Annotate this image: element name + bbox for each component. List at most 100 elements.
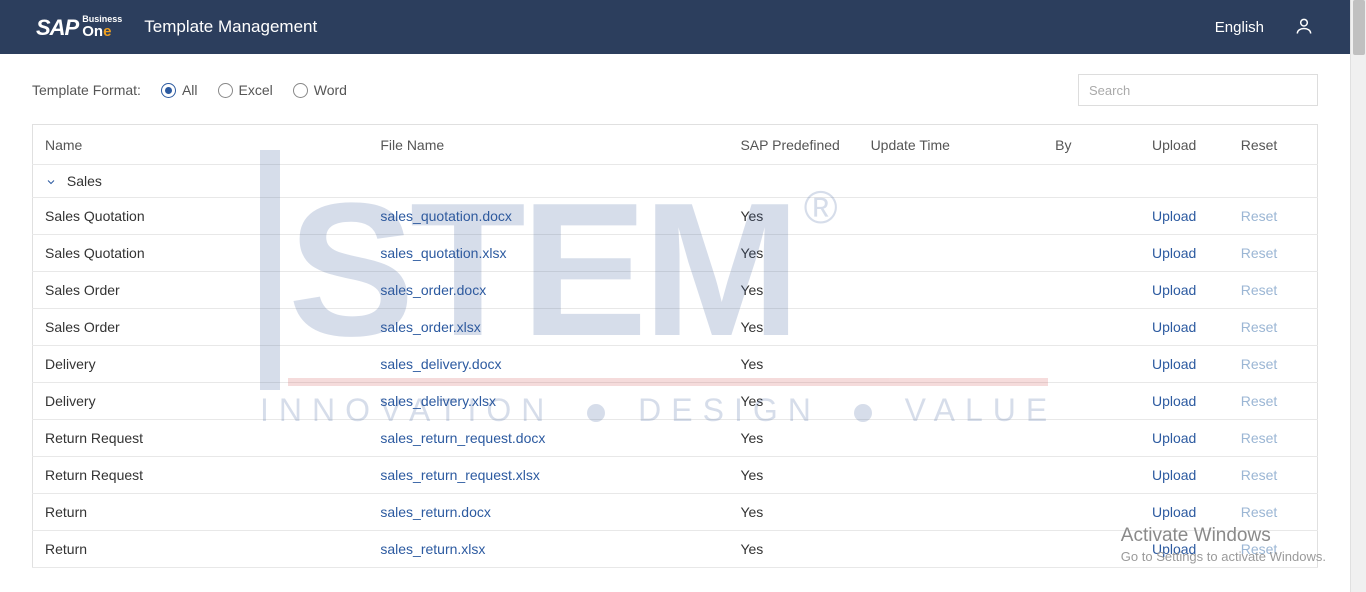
cell-upload: Upload [1140, 346, 1229, 383]
templates-table: Name File Name SAP Predefined Update Tim… [32, 124, 1318, 568]
cell-by [1043, 457, 1140, 494]
reset-link[interactable]: Reset [1241, 430, 1278, 446]
upload-link[interactable]: Upload [1152, 541, 1196, 557]
cell-update-time [859, 309, 1044, 346]
cell-upload: Upload [1140, 198, 1229, 235]
radio-icon [293, 83, 308, 98]
cell-by [1043, 346, 1140, 383]
col-header-reset[interactable]: Reset [1229, 125, 1318, 165]
reset-link[interactable]: Reset [1241, 356, 1278, 372]
cell-reset: Reset [1229, 272, 1318, 309]
cell-sap-predefined: Yes [728, 309, 858, 346]
upload-link[interactable]: Upload [1152, 319, 1196, 335]
reset-link[interactable]: Reset [1241, 245, 1278, 261]
file-link[interactable]: sales_delivery.docx [380, 356, 501, 372]
upload-link[interactable]: Upload [1152, 356, 1196, 372]
table-row: Return Requestsales_return_request.xlsxY… [33, 457, 1318, 494]
cell-by [1043, 494, 1140, 531]
file-link[interactable]: sales_quotation.xlsx [380, 245, 506, 261]
cell-name: Return [33, 494, 369, 531]
table-row: Sales Quotation sales_quotation.xlsx Yes Up… [33, 235, 1318, 272]
upload-link[interactable]: Upload [1152, 245, 1196, 261]
header-left: SAP Business One Template Management [36, 15, 317, 39]
cell-by [1043, 235, 1140, 272]
file-link[interactable]: sales_return.xlsx [380, 541, 485, 557]
cell-name: Sales Quotation [33, 235, 369, 272]
search-input[interactable] [1078, 74, 1318, 106]
radio-label: Excel [239, 82, 273, 98]
file-link[interactable]: sales_order.xlsx [380, 319, 480, 335]
app-header: SAP Business One Template Management Eng… [0, 0, 1350, 54]
cell-file-name: sales_order.xlsx [368, 309, 728, 346]
reset-link[interactable]: Reset [1241, 467, 1278, 483]
cell-name: Return Request [33, 457, 369, 494]
logo-sap-text: SAP [36, 17, 78, 39]
file-link[interactable]: sales_return_request.xlsx [380, 467, 540, 483]
col-header-name[interactable]: Name [33, 125, 369, 165]
scrollbar-thumb[interactable] [1353, 0, 1365, 55]
upload-link[interactable]: Upload [1152, 208, 1196, 224]
group-label: Sales [67, 173, 102, 189]
cell-sap-predefined: Yes [728, 420, 858, 457]
cell-reset: Reset [1229, 457, 1318, 494]
file-link[interactable]: sales_return_request.docx [380, 430, 545, 446]
reset-link[interactable]: Reset [1241, 319, 1278, 335]
cell-sap-predefined: Yes [728, 383, 858, 420]
cell-upload: Upload [1140, 235, 1229, 272]
cell-upload: Upload [1140, 420, 1229, 457]
radio-excel[interactable]: Excel [218, 82, 273, 98]
cell-file-name: sales_quotation.xlsx [368, 235, 728, 272]
cell-file-name: sales_order.docx [368, 272, 728, 309]
reset-link[interactable]: Reset [1241, 282, 1278, 298]
col-header-upload[interactable]: Upload [1140, 125, 1229, 165]
logo-one-text: One [82, 24, 122, 39]
cell-reset: Reset [1229, 383, 1318, 420]
cell-upload: Upload [1140, 309, 1229, 346]
language-selector[interactable]: English [1215, 19, 1264, 36]
reset-link[interactable]: Reset [1241, 541, 1278, 557]
radio-word[interactable]: Word [293, 82, 347, 98]
cell-sap-predefined: Yes [728, 235, 858, 272]
upload-link[interactable]: Upload [1152, 504, 1196, 520]
cell-by [1043, 531, 1140, 568]
radio-all[interactable]: All [161, 82, 198, 98]
cell-by [1043, 420, 1140, 457]
table-row: Deliverysales_delivery.docxYesUploadRese… [33, 346, 1318, 383]
user-icon[interactable] [1294, 16, 1314, 39]
cell-name: Sales Order [33, 272, 369, 309]
cell-name: Delivery [33, 346, 369, 383]
cell-sap-predefined: Yes [728, 494, 858, 531]
col-header-update-time[interactable]: Update Time [859, 125, 1044, 165]
template-format-filter: Template Format: All Excel Word [32, 82, 347, 98]
radio-icon [218, 83, 233, 98]
chevron-down-icon [45, 173, 57, 189]
cell-file-name: sales_return_request.docx [368, 420, 728, 457]
search-box [1078, 74, 1318, 106]
col-header-file-name[interactable]: File Name [368, 125, 728, 165]
file-link[interactable]: sales_return.docx [380, 504, 491, 520]
upload-link[interactable]: Upload [1152, 467, 1196, 483]
upload-link[interactable]: Upload [1152, 430, 1196, 446]
file-link[interactable]: sales_delivery.xlsx [380, 393, 496, 409]
reset-link[interactable]: Reset [1241, 208, 1278, 224]
reset-link[interactable]: Reset [1241, 393, 1278, 409]
upload-link[interactable]: Upload [1152, 282, 1196, 298]
cell-by [1043, 309, 1140, 346]
cell-update-time [859, 272, 1044, 309]
col-header-sap-predefined[interactable]: SAP Predefined [728, 125, 858, 165]
file-link[interactable]: sales_order.docx [380, 282, 486, 298]
vertical-scrollbar[interactable] [1350, 0, 1366, 592]
cell-file-name: sales_return.xlsx [368, 531, 728, 568]
cell-upload: Upload [1140, 494, 1229, 531]
group-row-sales[interactable]: Sales [33, 165, 1318, 198]
cell-file-name: sales_return.docx [368, 494, 728, 531]
cell-update-time [859, 198, 1044, 235]
reset-link[interactable]: Reset [1241, 504, 1278, 520]
upload-link[interactable]: Upload [1152, 393, 1196, 409]
radio-label: Word [314, 82, 347, 98]
col-header-by[interactable]: By [1043, 125, 1140, 165]
table-row: Sales Quotationsales_quotation.docxYesUp… [33, 198, 1318, 235]
cell-file-name: sales_quotation.docx [368, 198, 728, 235]
file-link[interactable]: sales_quotation.docx [380, 208, 512, 224]
cell-update-time [859, 383, 1044, 420]
